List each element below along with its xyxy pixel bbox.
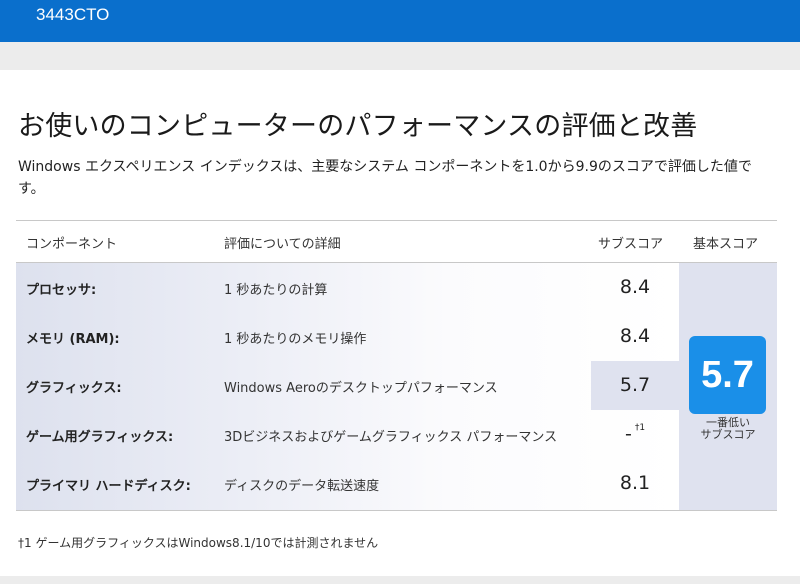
subscore-value: 8.1	[619, 472, 651, 494]
base-caption-line2: サブスコア	[700, 428, 756, 441]
content-panel: お使いのコンピューターのパフォーマンスの評価と改善 Windows エクスペリエ…	[0, 70, 800, 576]
subscore-value: 8.4	[619, 325, 651, 347]
component-label: プライマリ ハードディスク:	[26, 479, 191, 494]
score-table: コンポーネント 評価についての詳細 サブスコア 基本スコア プロセッサ: 1 秒…	[16, 220, 777, 511]
subscore-dash: -	[624, 423, 632, 445]
component-label: メモリ (RAM):	[26, 332, 120, 347]
table-row: ゲーム用グラフィックス: 3Dビジネスおよびゲームグラフィックス パフォーマンス…	[16, 410, 679, 459]
footnote-marker: †1	[634, 423, 646, 433]
table-row: メモリ (RAM): 1 秒あたりのメモリ操作 8.4	[16, 312, 679, 361]
component-label: ゲーム用グラフィックス:	[26, 430, 174, 445]
table-row: プライマリ ハードディスク: ディスクのデータ転送速度 8.1	[16, 459, 679, 508]
header-separator	[0, 42, 800, 70]
subscore-value: 8.4	[619, 276, 651, 298]
component-detail: ディスクのデータ転送速度	[224, 479, 380, 494]
component-detail: 1 秒あたりのメモリ操作	[224, 332, 367, 347]
model-name: 3443CTO	[36, 5, 110, 24]
component-detail: 3Dビジネスおよびゲームグラフィックス パフォーマンス	[224, 430, 558, 445]
header-subscore: サブスコア	[598, 237, 664, 252]
component-detail: Windows Aeroのデスクトップパフォーマンス	[224, 381, 498, 396]
header-detail: 評価についての詳細	[224, 237, 341, 252]
table-top-border	[16, 220, 777, 221]
component-label: グラフィックス:	[26, 381, 122, 396]
table-row: グラフィックス: Windows Aeroのデスクトップパフォーマンス 5.7	[16, 361, 679, 410]
table-bottom-border	[16, 510, 777, 511]
component-detail: 1 秒あたりの計算	[224, 283, 328, 298]
component-label: プロセッサ:	[26, 283, 97, 298]
base-score-caption: 一番低い サブスコア	[679, 417, 777, 441]
title-bar: 3443CTO	[0, 0, 800, 42]
subscore-value: 5.7	[591, 361, 679, 410]
intro-text: Windows エクスペリエンス インデックスは、主要なシステム コンポーネント…	[18, 159, 752, 197]
subscore-value: - †1	[591, 410, 679, 459]
table-row: プロセッサ: 1 秒あたりの計算 8.4	[16, 263, 679, 312]
footnote: †1 ゲーム用グラフィックスはWindows8.1/10では計測されません	[18, 536, 379, 550]
header-basescore: 基本スコア	[693, 237, 759, 252]
page-title: お使いのコンピューターのパフォーマンスの評価と改善	[18, 111, 698, 142]
header-component: コンポーネント	[26, 237, 118, 252]
bottom-band	[0, 576, 800, 584]
base-score-badge: 5.7	[689, 336, 766, 414]
